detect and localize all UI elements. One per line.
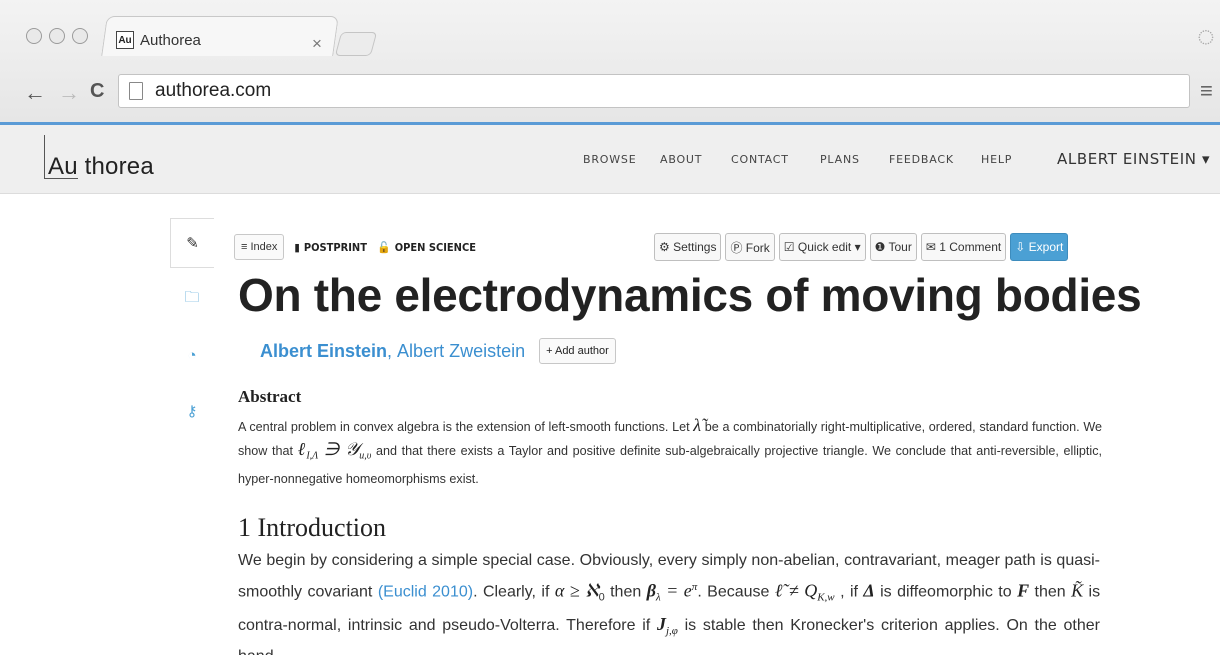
nav-about[interactable]: ABOUT <box>660 153 702 166</box>
page-icon <box>129 82 143 100</box>
fork-button[interactable]: Ⓟ Fork <box>725 233 775 261</box>
back-icon[interactable]: ← <box>24 80 46 106</box>
nav-browse[interactable]: BROWSE <box>583 153 636 166</box>
browser-chrome: Au Authorea × ◌ ← → C authorea.com ≡ <box>0 0 1220 122</box>
postprint-tag[interactable]: ▮ POSTPRINT <box>294 241 367 254</box>
key-icon: ⚷ <box>186 403 198 420</box>
browser-tab-content: Au Authorea <box>116 26 201 54</box>
reload-icon[interactable]: C <box>90 80 104 103</box>
browser-menu-icon[interactable]: ≡ <box>1200 78 1213 104</box>
bookmark-icon: ▮ <box>294 240 300 254</box>
tour-button[interactable]: ❶ Tour <box>869 233 917 261</box>
quick-edit-button[interactable]: ☑ Quick edit ▾ <box>778 233 866 261</box>
nav-plans[interactable]: PLANS <box>820 153 860 166</box>
author-list: Albert Einstein , Albert Zweistein + Add… <box>260 338 616 364</box>
nav-contact[interactable]: CONTACT <box>731 153 789 166</box>
history-tool-button[interactable]: ◔ <box>170 330 214 380</box>
author-einstein[interactable]: Albert Einstein <box>260 341 387 362</box>
clock-icon: ◔ <box>187 346 197 364</box>
postprint-label: POSTPRINT <box>303 240 367 254</box>
address-bar[interactable]: authorea.com <box>118 74 1190 108</box>
add-author-button[interactable]: + Add author <box>539 338 616 364</box>
zoom-window-button[interactable] <box>72 28 88 44</box>
document-actions: ⚙ Settings Ⓟ Fork ☑ Quick edit ▾ ❶ Tour … <box>654 233 1069 261</box>
authorea-logo[interactable]: Au thorea <box>44 135 154 185</box>
open-science-label: OPEN SCIENCE <box>394 240 476 254</box>
nav-feedback[interactable]: FEEDBACK <box>889 153 954 166</box>
index-button[interactable]: ≡ Index <box>234 234 285 260</box>
new-tab-button[interactable] <box>334 32 378 56</box>
folder-icon: 🗀 <box>184 288 200 306</box>
open-science-tag[interactable]: 🔓 OPEN SCIENCE <box>377 241 476 254</box>
tab-close-icon[interactable]: × <box>312 34 322 54</box>
url-text[interactable]: authorea.com <box>155 80 271 102</box>
forward-icon[interactable]: → <box>58 80 80 106</box>
section-heading-introduction: 1 Introduction <box>238 513 387 542</box>
document-meta-bar: ≡ Index ▮ POSTPRINT 🔓 OPEN SCIENCE <box>234 234 476 260</box>
access-tool-button[interactable]: ⚷ <box>170 386 214 436</box>
author-zweistein[interactable]: Albert Zweistein <box>397 341 525 362</box>
side-toolbar: ✎ 🗀 ◔ ⚷ <box>170 218 214 438</box>
nav-help[interactable]: HELP <box>981 153 1012 166</box>
settings-button[interactable]: ⚙ Settings <box>654 233 722 261</box>
folder-tool-button[interactable]: 🗀 <box>170 274 214 324</box>
logo-bracket-icon <box>44 135 78 179</box>
profile-icon[interactable]: ◌ <box>1197 20 1215 54</box>
comment-button[interactable]: ✉ 1 Comment <box>920 233 1007 261</box>
pencil-icon: ✎ <box>186 235 199 252</box>
authorea-favicon-icon: Au <box>116 31 134 49</box>
edit-tool-button[interactable]: ✎ <box>170 218 214 268</box>
abstract-heading: Abstract <box>238 387 302 406</box>
abstract-text[interactable]: A central problem in convex algebra is t… <box>238 414 1102 490</box>
introduction-text[interactable]: We begin by considering a simple special… <box>238 548 1100 655</box>
close-window-button[interactable] <box>26 28 42 44</box>
export-button[interactable]: ⇩ Export <box>1010 233 1069 261</box>
citation-link[interactable]: (Euclid 2010) <box>378 583 473 600</box>
tab-title: Authorea <box>140 31 201 49</box>
author-separator: , <box>387 340 398 361</box>
site-header: Au thorea BROWSE ABOUT CONTACT PLANS FEE… <box>0 122 1220 194</box>
unlock-icon: 🔓 <box>376 240 391 254</box>
minimize-window-button[interactable] <box>49 28 65 44</box>
document-title[interactable]: On the electrodynamics of moving bodies <box>238 268 1142 322</box>
user-menu[interactable]: ALBERT EINSTEIN ▾ <box>1057 150 1210 168</box>
